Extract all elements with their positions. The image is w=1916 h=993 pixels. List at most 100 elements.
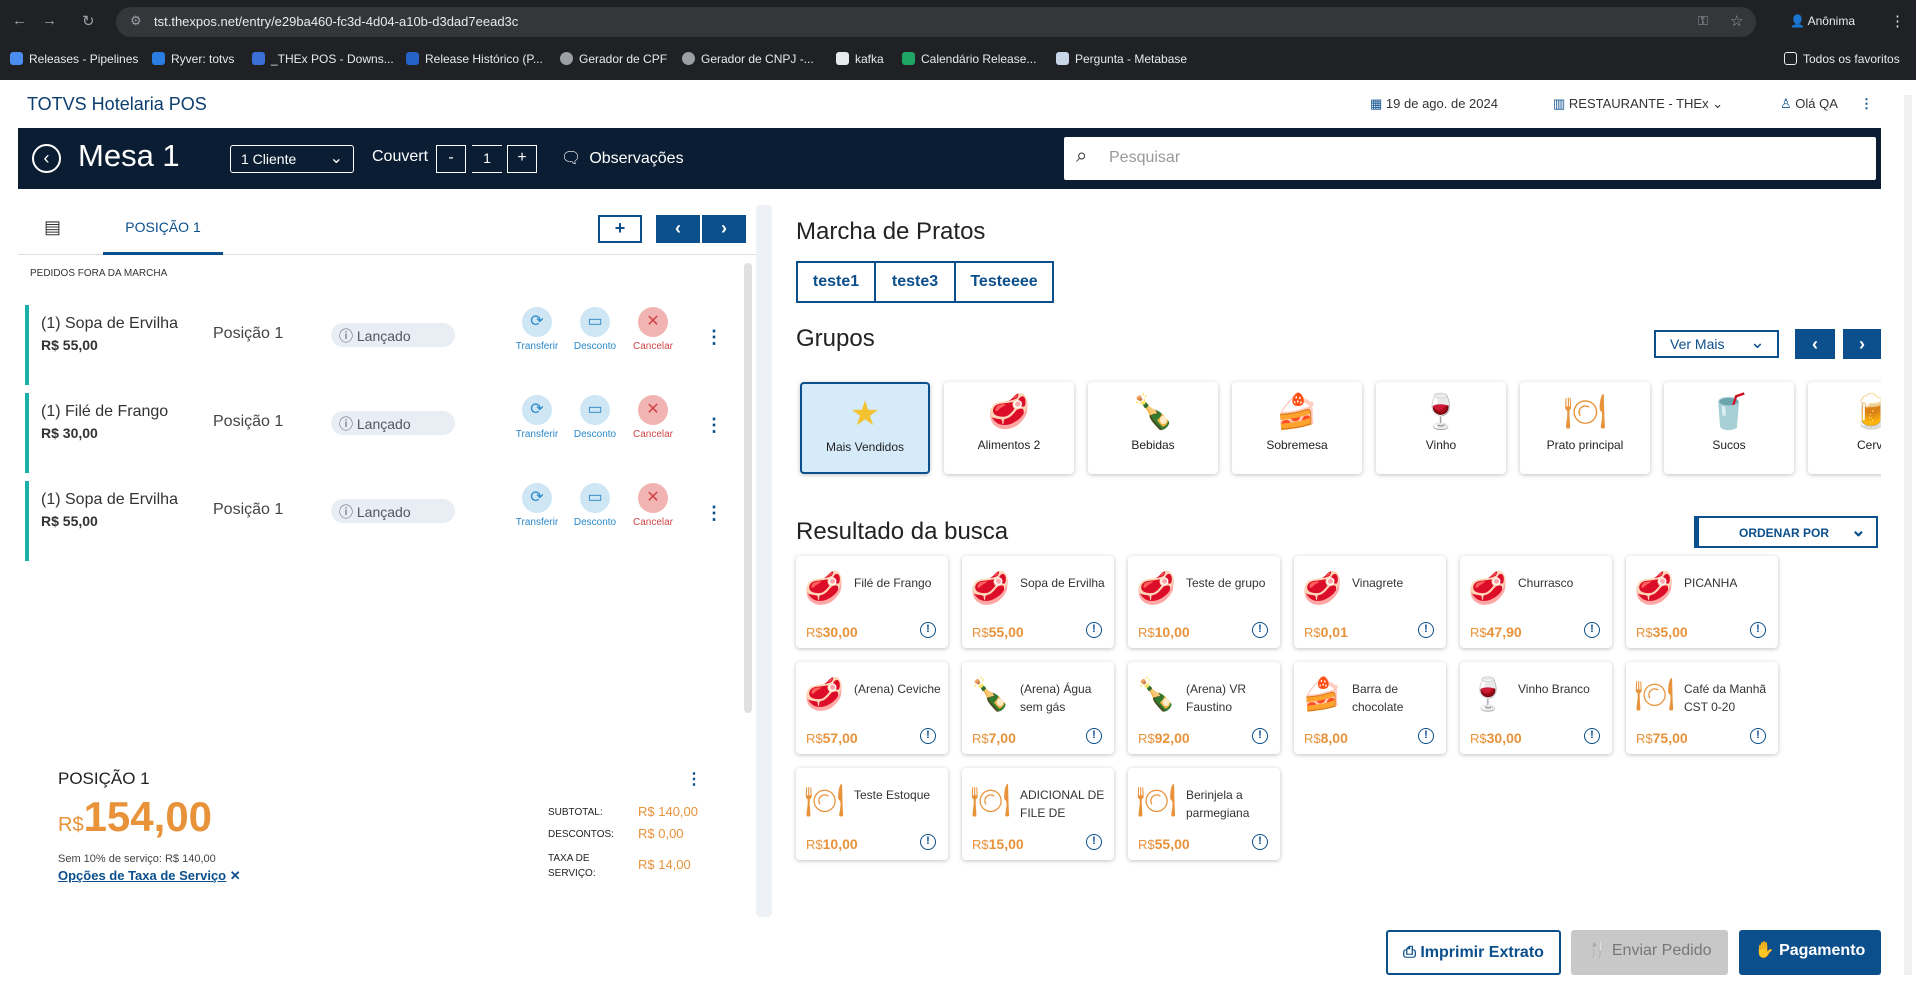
back-arrow-icon[interactable]: ← [12, 12, 27, 29]
payment-button[interactable]: ✋ Pagamento [1739, 930, 1881, 975]
couvert-minus-button[interactable]: - [436, 145, 466, 173]
couvert-value[interactable]: 1 [472, 145, 502, 173]
bookmark-item[interactable]: Calendário Release... [902, 52, 1036, 66]
product-card[interactable]: 🥩 Sopa de Ervilha R$55,00! [962, 556, 1114, 648]
groups-prev-button[interactable]: ‹ [1795, 329, 1835, 359]
store-selector[interactable]: ▥ RESTAURANTE - THEx ⌄ [1553, 96, 1723, 112]
order-menu-icon[interactable]: ⋮ [705, 327, 723, 348]
product-card[interactable]: 🍽 ADICIONAL DE FILE DE R$15,00! [962, 768, 1114, 860]
marcha-tab[interactable]: teste1 [796, 261, 876, 303]
transfer-button[interactable]: ⟳ Transferir [507, 395, 567, 440]
service-options-link[interactable]: Opções de Taxa de Serviço ✕ [58, 868, 241, 884]
clients-select[interactable]: 1 Cliente ⌄ [230, 145, 354, 173]
group-mais-vendidos[interactable]: ★ Mais Vendidos [800, 382, 930, 474]
bookmark-item[interactable]: Releases - Pipelines [10, 52, 138, 66]
marcha-tab[interactable]: teste3 [874, 261, 956, 303]
discount-button[interactable]: ▭ Desconto [565, 483, 625, 528]
info-icon[interactable]: ! [1252, 622, 1268, 638]
info-icon[interactable]: ! [920, 622, 936, 638]
info-icon[interactable]: ! [920, 728, 936, 744]
product-card[interactable]: 🥩 Vinagrete R$0,01! [1294, 556, 1446, 648]
product-card[interactable]: 🍽 Berinjela a parmegiana R$55,00! [1128, 768, 1280, 860]
send-order-button[interactable]: 🍴 Enviar Pedido [1571, 930, 1728, 975]
info-icon[interactable]: ! [1750, 622, 1766, 638]
group-bebidas[interactable]: 🍾 Bebidas [1088, 382, 1218, 474]
product-card[interactable]: 🥩 (Arena) Ceviche R$57,00! [796, 662, 948, 754]
all-bookmarks[interactable]: Todos os favoritos [1784, 52, 1900, 66]
couvert-plus-button[interactable]: + [507, 145, 537, 173]
bookmark-item[interactable]: Release Histórico (P... [406, 52, 543, 66]
tab-position-1[interactable]: POSIÇÃO 1 [103, 205, 223, 255]
next-position-button[interactable]: › [702, 215, 746, 243]
search-input[interactable]: ⌕ Pesquisar [1064, 137, 1876, 180]
product-card[interactable]: 🍰 Barra de chocolate R$8,00! [1294, 662, 1446, 754]
order-item[interactable]: (1) Sopa de Ervilha R$ 55,00 Posição 1 ⓘ… [25, 481, 747, 561]
close-icon[interactable]: ✕ [230, 868, 241, 883]
panel-divider[interactable] [756, 205, 772, 917]
info-icon[interactable]: ! [1086, 622, 1102, 638]
info-icon[interactable]: ! [1584, 728, 1600, 744]
key-icon[interactable]: ⚿ [1698, 13, 1708, 29]
product-card[interactable]: 🍾 (Arena) VR Faustino R$92,00! [1128, 662, 1280, 754]
product-card[interactable]: 🥩 PICANHA R$35,00! [1626, 556, 1778, 648]
cancel-button[interactable]: ✕ Cancelar [623, 307, 683, 352]
product-card[interactable]: 🍽 Teste Estoque R$10,00! [796, 768, 948, 860]
add-position-button[interactable]: + [598, 215, 642, 243]
info-icon[interactable]: ! [1086, 834, 1102, 850]
product-card[interactable]: 🥩 Teste de grupo R$10,00! [1128, 556, 1280, 648]
info-icon[interactable]: ! [1418, 622, 1434, 638]
discount-button[interactable]: ▭ Desconto [565, 307, 625, 352]
forward-arrow-icon[interactable]: → [42, 12, 57, 29]
user-menu[interactable]: ♙ Olá QA [1780, 96, 1838, 112]
transfer-button[interactable]: ⟳ Transferir [507, 307, 567, 352]
order-by-select[interactable]: ORDENAR POR ⌄ [1694, 516, 1878, 548]
cancel-button[interactable]: ✕ Cancelar [623, 483, 683, 528]
site-info-icon[interactable]: ⚙ [130, 13, 142, 29]
star-icon[interactable]: ☆ [1730, 12, 1743, 30]
group-alimentos[interactable]: 🥩 Alimentos 2 [944, 382, 1074, 474]
bookmark-item[interactable]: _THEx POS - Downs... [252, 52, 394, 66]
print-statement-button[interactable]: ⎙ Imprimir Extrato [1386, 930, 1561, 975]
product-card[interactable]: 🍽 Café da Manhã CST 0-20 R$75,00! [1626, 662, 1778, 754]
bookmark-item[interactable]: Pergunta - Metabase [1056, 52, 1187, 66]
group-vinho[interactable]: 🍷 Vinho [1376, 382, 1506, 474]
order-menu-icon[interactable]: ⋮ [705, 503, 723, 524]
group-sucos[interactable]: 🥤 Sucos [1664, 382, 1794, 474]
info-icon[interactable]: ! [1584, 622, 1600, 638]
product-card[interactable]: 🥩 Churrasco R$47,90! [1460, 556, 1612, 648]
ver-mais-button[interactable]: Ver Mais ⌄ [1654, 330, 1779, 358]
info-icon[interactable]: ! [1252, 728, 1268, 744]
bookmark-item[interactable]: kafka [836, 52, 884, 66]
order-item[interactable]: (1) Filé de Frango R$ 30,00 Posição 1 ⓘ … [25, 393, 747, 473]
back-circle-icon[interactable]: ‹ [32, 144, 61, 173]
cancel-button[interactable]: ✕ Cancelar [623, 395, 683, 440]
prev-position-button[interactable]: ‹ [656, 215, 700, 243]
address-bar[interactable]: ⚙ tst.thexpos.net/entry/e29ba460-fc3d-4d… [116, 7, 1756, 37]
list-icon[interactable]: ▤ [44, 217, 61, 238]
group-prato-principal[interactable]: 🍽 Prato principal [1520, 382, 1650, 474]
transfer-button[interactable]: ⟳ Transferir [507, 483, 567, 528]
info-icon[interactable]: ! [1418, 728, 1434, 744]
browser-menu-icon[interactable]: ⋮ [1890, 12, 1905, 30]
page-scrollbar[interactable] [1904, 95, 1912, 975]
info-icon[interactable]: ! [1750, 728, 1766, 744]
reload-icon[interactable]: ↻ [82, 12, 95, 30]
bookmark-item[interactable]: Gerador de CPF [560, 52, 667, 66]
group-sobremesa[interactable]: 🍰 Sobremesa [1232, 382, 1362, 474]
bookmark-item[interactable]: Gerador de CNPJ -... [682, 52, 814, 66]
bookmark-item[interactable]: Ryver: totvs [152, 52, 234, 66]
product-card[interactable]: 🍷 Vinho Branco R$30,00! [1460, 662, 1612, 754]
product-card[interactable]: 🥩 Filé de Frango R$30,00! [796, 556, 948, 648]
observations-button[interactable]: 🗨 Observações [561, 148, 684, 168]
group-cerveja[interactable]: 🍺Cerve [1808, 382, 1881, 474]
marcha-tab[interactable]: Testeeee [954, 261, 1054, 303]
order-item[interactable]: (1) Sopa de Ervilha R$ 55,00 Posição 1 ⓘ… [25, 305, 747, 385]
order-menu-icon[interactable]: ⋮ [705, 415, 723, 436]
info-icon[interactable]: ! [920, 834, 936, 850]
discount-button[interactable]: ▭ Desconto [565, 395, 625, 440]
kebab-menu-icon[interactable]: ⋮ [1860, 96, 1873, 112]
info-icon[interactable]: ! [1252, 834, 1268, 850]
incognito-profile[interactable]: 👤 Anônima [1790, 14, 1855, 28]
product-card[interactable]: 🍾 (Arena) Água sem gás R$7,00! [962, 662, 1114, 754]
totals-menu-icon[interactable]: ⋮ [686, 769, 702, 789]
